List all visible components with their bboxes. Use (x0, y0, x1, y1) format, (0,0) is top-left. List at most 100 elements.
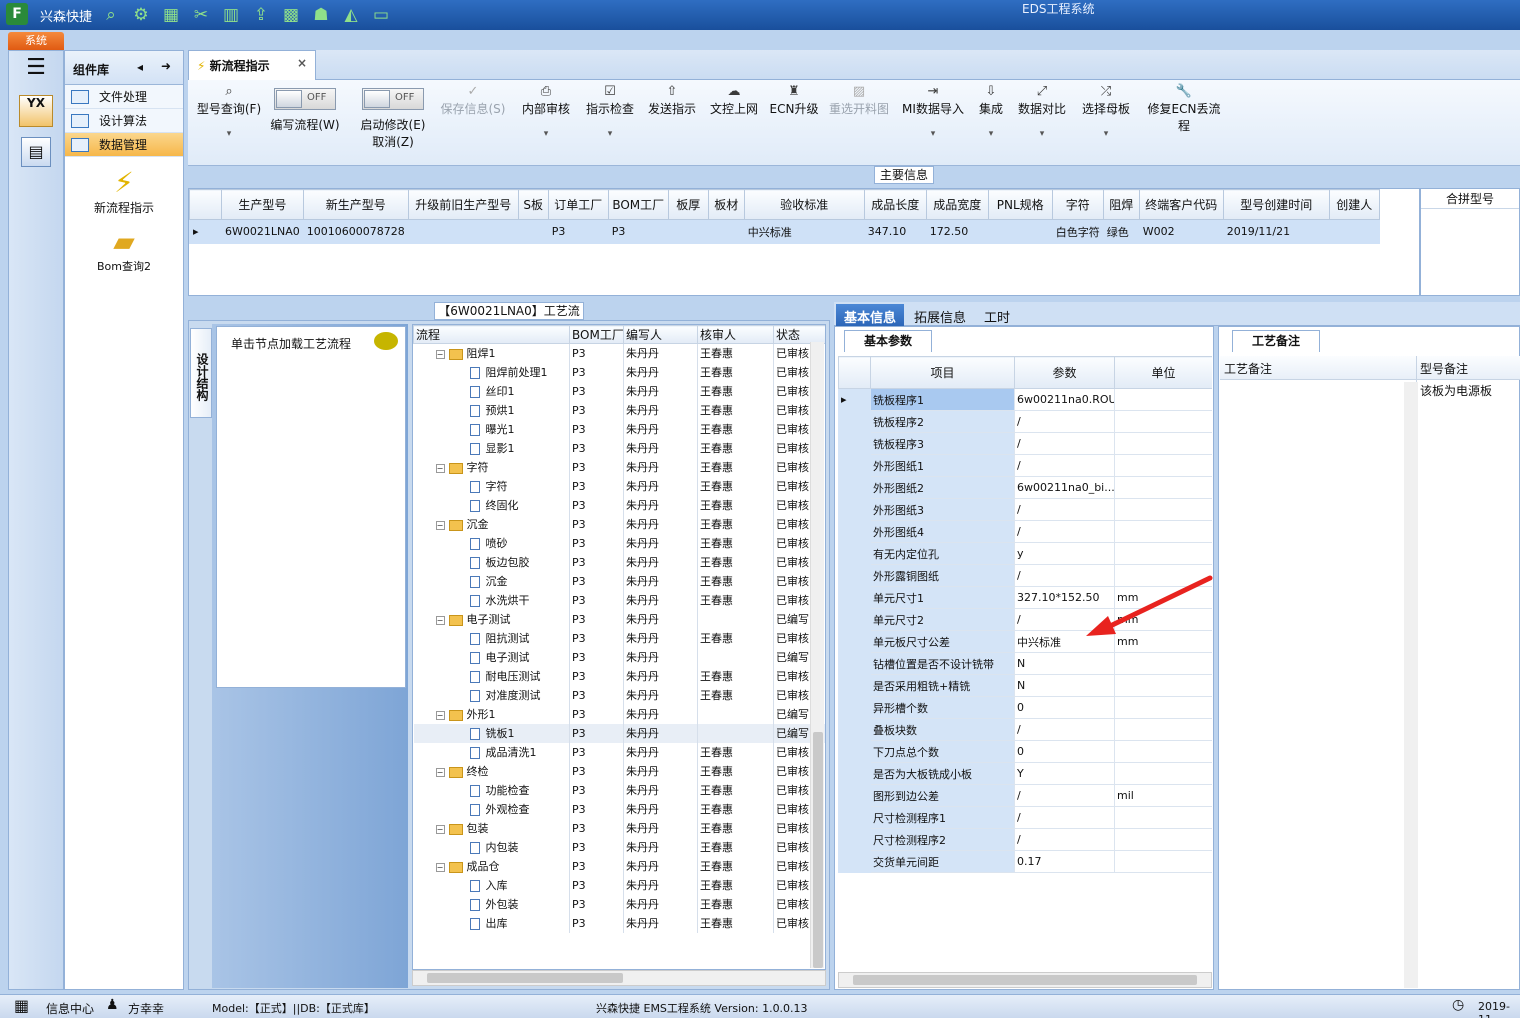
param-row[interactable]: 有无内定位孔 y (838, 542, 1212, 565)
column-header[interactable]: 终端客户代码 (1138, 189, 1224, 220)
param-value[interactable]: / (1014, 784, 1115, 807)
tree-row[interactable]: 成品清洗1 P3 朱丹丹 王春惠 已审核 (413, 742, 825, 762)
tree-node[interactable]: 出库 (413, 913, 570, 933)
tree-row[interactable]: 终固化 P3 朱丹丹 王春惠 已审核 (413, 495, 825, 515)
tree-node[interactable]: 预烘1 (413, 400, 570, 420)
column-header[interactable]: 核审人 (697, 325, 774, 344)
collapse-icon[interactable]: − (435, 615, 445, 625)
tree-row[interactable]: − 沉金 P3 朱丹丹 王春惠 已审核 (413, 514, 825, 534)
tree-row[interactable]: 入库 P3 朱丹丹 王春惠 已审核 (413, 875, 825, 895)
table-cell[interactable]: 172.50 (925, 219, 989, 244)
column-header[interactable]: 验收标准 (743, 189, 865, 220)
param-row[interactable]: 外形图纸1/ (838, 454, 1212, 477)
tree-node[interactable]: 终固化 (413, 495, 570, 515)
param-row[interactable]: 交货单元间距 0.17 (838, 850, 1212, 873)
column-header-item[interactable]: 项目 (870, 356, 1015, 389)
cancel-button[interactable]: 取消(Z) (372, 135, 414, 149)
param-value[interactable]: N (1014, 652, 1115, 675)
tree-node[interactable]: 成品清洗1 (413, 742, 570, 762)
tree-row[interactable]: 功能检查 P3 朱丹丹 王春惠 已审核 (413, 780, 825, 800)
table-cell[interactable] (667, 219, 709, 244)
column-header[interactable]: 状态 (773, 325, 825, 344)
chevron-down-icon[interactable]: ▾ (192, 129, 266, 139)
column-header[interactable]: S板 (517, 189, 549, 220)
tab-work-hours[interactable]: 工时 (976, 304, 1018, 326)
app-logo-icon[interactable]: F (6, 3, 28, 25)
doc-control-online-button[interactable]: ☁ 文控上网 (706, 84, 762, 117)
column-header[interactable]: 成品宽度 (925, 189, 989, 220)
tree-row[interactable]: 对准度测试 P3 朱丹丹 王春惠 已审核 (413, 685, 825, 705)
param-row[interactable]: 下刀点总个数 0 (838, 740, 1212, 763)
info-center-link[interactable]: 信息中心 (46, 1000, 94, 1017)
table-cell[interactable]: P3 (547, 219, 609, 244)
tree-horizontal-scrollbar[interactable] (412, 970, 826, 986)
library-item-file-processing[interactable]: 文件处理 (65, 85, 183, 109)
tree-node[interactable]: 水洗烘干 (413, 590, 570, 610)
tree-row[interactable]: 显影1 P3 朱丹丹 王春惠 已审核 (413, 438, 825, 458)
param-row[interactable]: 铣板程序3/ (838, 432, 1212, 455)
tree-node[interactable]: 外观检查 (413, 799, 570, 819)
tree-row[interactable]: 丝印1 P3 朱丹丹 王春惠 已审核 (413, 381, 825, 401)
param-value[interactable]: / (1014, 718, 1115, 741)
tree-node[interactable]: 字符 (413, 476, 570, 496)
matrix-icon[interactable]: ▩ (280, 4, 302, 26)
param-row[interactable]: 铣板程序2/ (838, 410, 1212, 433)
collapse-icon[interactable]: − (435, 463, 445, 473)
tree-row[interactable]: 内包装 P3 朱丹丹 王春惠 已审核 (413, 837, 825, 857)
column-header[interactable]: 订单工厂 (547, 189, 609, 220)
mi-data-import-button[interactable]: ⇥ MI数据导入 ▾ (900, 84, 966, 139)
param-value[interactable]: 0 (1014, 696, 1115, 719)
tree-row[interactable]: 耐电压测试 P3 朱丹丹 王春惠 已审核 (413, 666, 825, 686)
column-header[interactable]: 流程 (413, 325, 570, 344)
table-cell[interactable]: W002 (1138, 219, 1224, 244)
tree-node[interactable]: 对准度测试 (413, 685, 570, 705)
export-icon[interactable]: ⇪ (250, 4, 272, 26)
collapse-icon[interactable]: − (435, 824, 445, 834)
table-cell[interactable]: 2019/11/21 (1222, 219, 1330, 244)
column-header[interactable]: 创建人 (1328, 189, 1380, 220)
tree-node[interactable]: 丝印1 (413, 381, 570, 401)
tree-row[interactable]: 曝光1 P3 朱丹丹 王春惠 已审核 (413, 419, 825, 439)
scroll-thumb[interactable] (427, 973, 623, 983)
new-flow-launcher[interactable]: ⚡ 新流程指示 (65, 167, 183, 216)
column-header[interactable]: PNL规格 (987, 189, 1053, 220)
chat-bubble-icon[interactable] (374, 332, 398, 350)
tree-row[interactable]: 预烘1 P3 朱丹丹 王春惠 已审核 (413, 400, 825, 420)
param-row[interactable]: 外形图纸4/ (838, 520, 1212, 543)
param-row[interactable]: 外形图纸2 6w00211na0_bi... (838, 476, 1212, 499)
tree-row[interactable]: − 终检 P3 朱丹丹 王春惠 已审核 (413, 761, 825, 781)
data-compare-button[interactable]: ⤢ 数据对比 ▾ (1016, 84, 1068, 139)
node-hint-box[interactable]: 单击节点加载工艺流程 (216, 326, 406, 688)
remarks-scrollbar[interactable] (1404, 382, 1418, 988)
param-value[interactable]: 0.17 (1014, 850, 1115, 873)
column-header[interactable]: 阻焊 (1102, 189, 1140, 220)
tree-node[interactable]: 外包装 (413, 894, 570, 914)
column-header[interactable]: 板材 (707, 189, 745, 220)
column-header[interactable]: 生产型号 (221, 189, 304, 220)
tree-node[interactable]: 耐电压测试 (413, 666, 570, 686)
chevron-down-icon[interactable]: ▾ (974, 129, 1008, 139)
save-info-button[interactable]: ✓ 保存信息(S) (438, 84, 508, 117)
tree-row[interactable]: 铣板1 P3 朱丹丹 已编写 (413, 723, 825, 743)
tree-node[interactable]: − 包装 (413, 818, 570, 838)
tree-row[interactable]: 水洗烘干 P3 朱丹丹 王春惠 已审核 (413, 590, 825, 610)
tree-row[interactable]: 电子测试 P3 朱丹丹 已编写 (413, 647, 825, 667)
table-cell[interactable]: 347.10 (863, 219, 927, 244)
column-header[interactable]: 板厚 (667, 189, 709, 220)
tree-node[interactable]: 板边包胶 (413, 552, 570, 572)
tab-basic-info[interactable]: 基本信息 (836, 304, 905, 326)
column-header[interactable]: 升级前旧生产型号 (407, 189, 519, 220)
param-value[interactable]: / (1014, 806, 1115, 829)
search-icon[interactable]: ⌕ (100, 4, 122, 26)
column-header[interactable]: BOM工厂 (607, 189, 669, 220)
model-query-button[interactable]: ⌕ 型号查询(F) ▾ (192, 84, 266, 139)
tree-node[interactable]: − 成品仓 (413, 856, 570, 876)
write-flow-toggle[interactable]: OFF (274, 88, 336, 110)
collapse-icon[interactable]: − (435, 710, 445, 720)
grid-icon[interactable]: ▦ (160, 4, 182, 26)
param-row[interactable]: 外形图纸3/ (838, 498, 1212, 521)
table-cell[interactable]: 中兴标准 (743, 219, 865, 244)
param-value[interactable]: / (1014, 520, 1115, 543)
tree-node[interactable]: 铣板1 (413, 723, 570, 743)
table-cell[interactable] (517, 219, 549, 244)
